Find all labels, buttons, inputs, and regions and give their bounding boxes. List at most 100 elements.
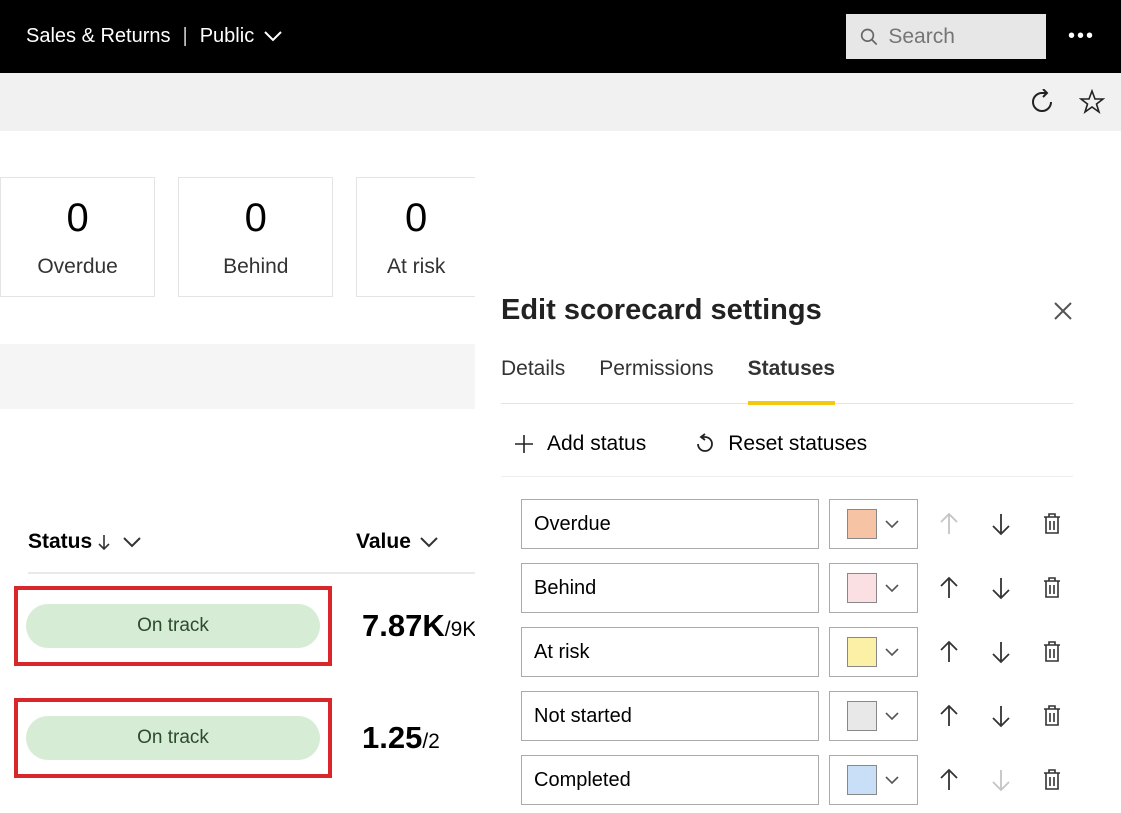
search-icon [860, 26, 878, 48]
add-status-button[interactable]: Add status [513, 432, 646, 456]
status-pill[interactable]: On track [26, 604, 320, 648]
delete-button[interactable] [1031, 759, 1073, 801]
close-button[interactable] [1053, 301, 1073, 321]
chevron-down-icon [885, 776, 899, 785]
star-icon [1079, 89, 1105, 115]
move-up-button[interactable] [928, 695, 970, 737]
move-up-button[interactable] [928, 631, 970, 673]
highlight-box: On track [14, 698, 332, 778]
color-swatch [847, 509, 877, 539]
move-down-button [980, 759, 1022, 801]
kpi-card-atrisk[interactable]: 0 At risk [356, 177, 475, 297]
chevron-down-icon [122, 536, 142, 548]
trash-icon [1042, 768, 1062, 792]
status-name-input[interactable] [521, 563, 819, 613]
kpi-label: Overdue [37, 255, 118, 279]
refresh-button[interactable] [1029, 89, 1055, 115]
reset-statuses-button[interactable]: Reset statuses [694, 432, 867, 456]
kpi-label: Behind [223, 255, 288, 279]
arrow-down-icon [990, 512, 1012, 536]
tab-details[interactable]: Details [501, 357, 565, 403]
move-up-button [928, 503, 970, 545]
kpi-value: 0 [245, 196, 267, 241]
panel-actions: Add status Reset statuses [501, 432, 1073, 456]
kpi-card-overdue[interactable]: 0 Overdue [0, 177, 155, 297]
table-rows: On track 7.87K/9K On track 1.25/2 [14, 581, 476, 783]
status-pill[interactable]: On track [26, 716, 320, 760]
sub-toolbar [0, 73, 1121, 131]
close-icon [1053, 301, 1073, 321]
arrow-down-icon [990, 640, 1012, 664]
arrow-up-icon [938, 640, 960, 664]
table-row: On track 1.25/2 [14, 693, 476, 783]
kpi-value: 0 [405, 196, 427, 241]
top-bar: Sales & Returns | Public ••• [0, 0, 1121, 73]
chevron-down-icon [419, 536, 439, 548]
status-row [521, 499, 1073, 549]
color-picker[interactable] [829, 691, 918, 741]
status-row [521, 563, 1073, 613]
status-name-input[interactable] [521, 627, 819, 677]
sort-desc-icon [98, 534, 110, 550]
delete-button[interactable] [1031, 567, 1073, 609]
move-down-button[interactable] [980, 503, 1022, 545]
move-down-button[interactable] [980, 567, 1022, 609]
delete-button[interactable] [1031, 695, 1073, 737]
color-picker[interactable] [829, 755, 918, 805]
status-name-input[interactable] [521, 691, 819, 741]
trash-icon [1042, 640, 1062, 664]
value-cell: 7.87K/9K [362, 608, 476, 644]
value-cell: 1.25/2 [362, 720, 440, 756]
color-swatch [847, 701, 877, 731]
filter-band [0, 344, 475, 409]
trash-icon [1042, 704, 1062, 728]
status-name-input[interactable] [521, 499, 819, 549]
value-column-header[interactable]: Value [356, 530, 439, 554]
highlight-box: On track [14, 586, 332, 666]
move-up-button[interactable] [928, 759, 970, 801]
chevron-down-icon [885, 648, 899, 657]
arrow-down-icon [990, 704, 1012, 728]
color-swatch [847, 637, 877, 667]
move-up-button[interactable] [928, 567, 970, 609]
search-input[interactable] [888, 25, 1032, 49]
visibility-dropdown[interactable]: Public [200, 25, 282, 48]
kpi-card-behind[interactable]: 0 Behind [178, 177, 333, 297]
arrow-up-icon [938, 512, 960, 536]
move-down-button[interactable] [980, 695, 1022, 737]
color-picker[interactable] [829, 563, 918, 613]
color-swatch [847, 573, 877, 603]
status-row [521, 691, 1073, 741]
table-row: On track 7.87K/9K [14, 581, 476, 671]
search-box[interactable] [846, 14, 1046, 59]
kpi-row: 0 Overdue 0 Behind 0 At risk [0, 131, 475, 297]
move-down-button[interactable] [980, 631, 1022, 673]
chevron-down-icon [264, 31, 282, 42]
color-picker[interactable] [829, 499, 918, 549]
visibility-label: Public [200, 25, 254, 48]
scorecard-content: 0 Overdue 0 Behind 0 At risk Status Valu… [0, 131, 475, 813]
arrow-up-icon [938, 768, 960, 792]
color-picker[interactable] [829, 627, 918, 677]
tab-statuses[interactable]: Statuses [748, 357, 836, 405]
plus-icon [513, 433, 535, 455]
delete-button[interactable] [1031, 631, 1073, 673]
favorite-button[interactable] [1079, 89, 1105, 115]
tab-permissions[interactable]: Permissions [599, 357, 713, 403]
arrow-up-icon [938, 576, 960, 600]
panel-title: Edit scorecard settings [501, 294, 1053, 327]
color-swatch [847, 765, 877, 795]
kpi-value: 0 [66, 196, 88, 241]
status-name-input[interactable] [521, 755, 819, 805]
reset-icon [694, 433, 716, 455]
status-row [521, 627, 1073, 677]
status-row [521, 755, 1073, 805]
arrow-up-icon [938, 704, 960, 728]
more-menu[interactable]: ••• [1068, 25, 1095, 48]
delete-button[interactable] [1031, 503, 1073, 545]
status-column-header[interactable]: Status [28, 530, 142, 554]
trash-icon [1042, 512, 1062, 536]
chevron-down-icon [885, 712, 899, 721]
refresh-icon [1029, 89, 1055, 115]
trash-icon [1042, 576, 1062, 600]
